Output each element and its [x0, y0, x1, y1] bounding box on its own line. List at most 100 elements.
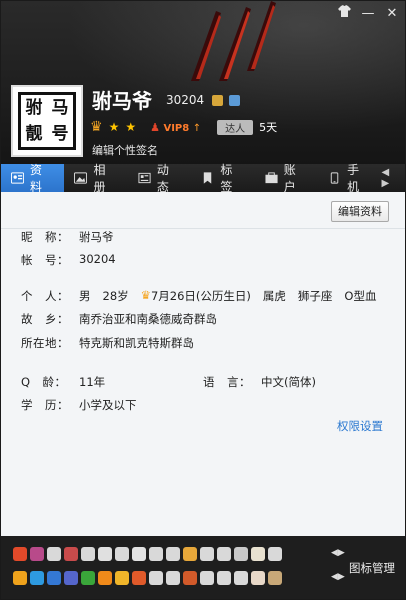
feed-icon — [138, 172, 151, 184]
pet-icon[interactable] — [234, 571, 248, 585]
person-icon[interactable] — [268, 547, 282, 561]
pet-icon[interactable] — [47, 547, 61, 561]
close-button[interactable]: ✕ — [385, 6, 399, 22]
icon-row-1 — [13, 547, 282, 561]
photo-album-icon — [74, 172, 88, 184]
tab-scroll-arrows[interactable]: ◀ ▶ — [382, 167, 405, 189]
profile-content: 编辑资料 昵 称： 驸马爷 帐 号： 30204 个 人： 男 28岁 ♛ 7月… — [1, 192, 405, 536]
skin-icon[interactable] — [337, 5, 351, 22]
field-label: 语 言： — [203, 375, 251, 389]
wallet-icon[interactable] — [217, 547, 231, 561]
vip-badge[interactable]: ♟ VIP8 ↑ — [150, 121, 201, 134]
qage-row: Q 龄： 11年 语 言： 中文(简体) — [21, 374, 316, 390]
avatar[interactable]: 驸 马 靓 号 — [11, 85, 83, 157]
badge-icon[interactable] — [183, 571, 197, 585]
heart-icon[interactable] — [115, 571, 129, 585]
tab-account[interactable]: 账户 — [255, 163, 318, 194]
brush-icon[interactable] — [217, 571, 231, 585]
minimize-button[interactable]: — — [361, 6, 375, 22]
location-row: 所在地： 特克斯和凯克特斯群岛 — [21, 335, 194, 351]
avatar-logo: 驸 马 靓 号 — [18, 92, 76, 150]
tab-phone[interactable]: 手机 — [318, 163, 381, 194]
qq-icon[interactable] — [47, 571, 61, 585]
edit-profile-button[interactable]: 编辑资料 — [331, 201, 389, 222]
level-badges: ♛ ★ ★ ♟ VIP8 ↑ 达人 5天 — [90, 119, 277, 135]
icon-row-2 — [13, 571, 282, 585]
profile-window: — ✕ 驸 马 靓 号 驸马爷 30204 ♛ ★ ★ ♟ VIP8 ↑ 达人 … — [0, 0, 406, 600]
crown-icon[interactable]: ♛ — [90, 119, 103, 135]
arrow-left-icon[interactable]: ◀ — [382, 167, 390, 178]
qzone-icon[interactable] — [228, 95, 240, 106]
gem-icon[interactable] — [30, 547, 44, 561]
field-value: 小学及以下 — [79, 398, 137, 412]
photo-icon[interactable] — [30, 571, 44, 585]
star-icon[interactable] — [13, 571, 27, 585]
chat-icon[interactable] — [132, 547, 146, 561]
nickname: 驸马爷 — [92, 89, 152, 113]
cloud-icon[interactable] — [115, 547, 129, 561]
tab-profile[interactable]: 资料 — [1, 163, 65, 194]
field-value: 11年 — [79, 375, 106, 389]
mail-icon[interactable] — [98, 547, 112, 561]
doc-icon[interactable] — [251, 547, 265, 561]
permission-settings-link[interactable]: 权限设置 — [337, 418, 383, 434]
field-value: 特克斯和凯克特斯群岛 — [79, 336, 194, 350]
age: 28岁 — [102, 289, 129, 303]
icon-row-2-arrows[interactable]: ◀▶ — [331, 572, 345, 582]
tab-label: 动态 — [156, 163, 169, 194]
music-icon[interactable] — [81, 547, 95, 561]
arrow-right-icon[interactable]: ▶ — [382, 178, 390, 189]
app-icon-bar: ◀▶ ◀▶ 图标管理 — [1, 536, 405, 599]
game-icon[interactable] — [64, 547, 78, 561]
gender: 男 — [79, 289, 91, 303]
tab-album[interactable]: 相册 — [64, 163, 127, 194]
window-controls: — ✕ — [337, 5, 399, 22]
film-icon[interactable] — [166, 571, 180, 585]
vip-person-icon: ♟ — [150, 120, 160, 134]
avatar-char: 靓 — [25, 124, 43, 144]
cloud-icon[interactable] — [200, 571, 214, 585]
tab-label: 相册 — [93, 163, 106, 194]
personal-row: 个 人： 男 28岁 ♛ 7月26日(公历生日) 属虎 狮子座 O型血 — [21, 288, 376, 304]
edit-signature-link[interactable]: 编辑个性签名 — [92, 142, 158, 158]
education-row: 学 历： 小学及以下 — [21, 397, 137, 413]
field-value: 驸马爷 — [79, 230, 114, 244]
book-icon[interactable] — [166, 547, 180, 561]
birthday: 7月26日(公历生日) — [150, 289, 251, 303]
vip-level: VIP8 — [163, 122, 190, 134]
tv-icon[interactable] — [64, 571, 78, 585]
field-label: 帐 号： — [21, 253, 69, 267]
field-label: 故 乡： — [21, 312, 69, 326]
talent-days: 5天 — [259, 121, 278, 134]
video-icon[interactable] — [149, 547, 163, 561]
tab-label: 标签 — [220, 163, 233, 194]
field-label: 昵 称： — [21, 230, 69, 244]
icon-manage-button[interactable]: 图标管理 — [349, 560, 395, 576]
mail-icon[interactable] — [251, 571, 265, 585]
smile-icon[interactable] — [98, 571, 112, 585]
icon-row-1-arrows[interactable]: ◀▶ — [331, 548, 345, 558]
clover-icon[interactable] — [81, 571, 95, 585]
field-value: 中文(简体) — [261, 375, 316, 389]
talent-badge[interactable]: 达人 — [217, 119, 254, 135]
blood-type: O型血 — [344, 289, 377, 303]
account-row: 帐 号： 30204 — [21, 252, 116, 268]
pen-icon[interactable] — [200, 547, 214, 561]
avatar-char: 驸 — [25, 98, 43, 118]
tab-label: 资料 — [30, 163, 43, 194]
star-sign: 狮子座 — [297, 289, 333, 303]
fire-icon[interactable] — [13, 547, 27, 561]
phone-icon — [330, 172, 339, 184]
ring-icon[interactable] — [268, 571, 282, 585]
pretty-number-icon[interactable] — [212, 95, 224, 106]
profile-card-icon — [11, 172, 25, 184]
sound-icon[interactable] — [149, 571, 163, 585]
tab-tags[interactable]: 标签 — [191, 163, 254, 194]
hometown-row: 故 乡： 南乔治亚和南桑德威奇群岛 — [21, 311, 217, 327]
ball-icon[interactable] — [132, 571, 146, 585]
tab-feed[interactable]: 动态 — [128, 163, 191, 194]
star-icon[interactable] — [183, 547, 197, 561]
talent-label: 达人 — [217, 119, 254, 135]
avatar-char: 号 — [51, 124, 69, 144]
shop-icon[interactable] — [234, 547, 248, 561]
